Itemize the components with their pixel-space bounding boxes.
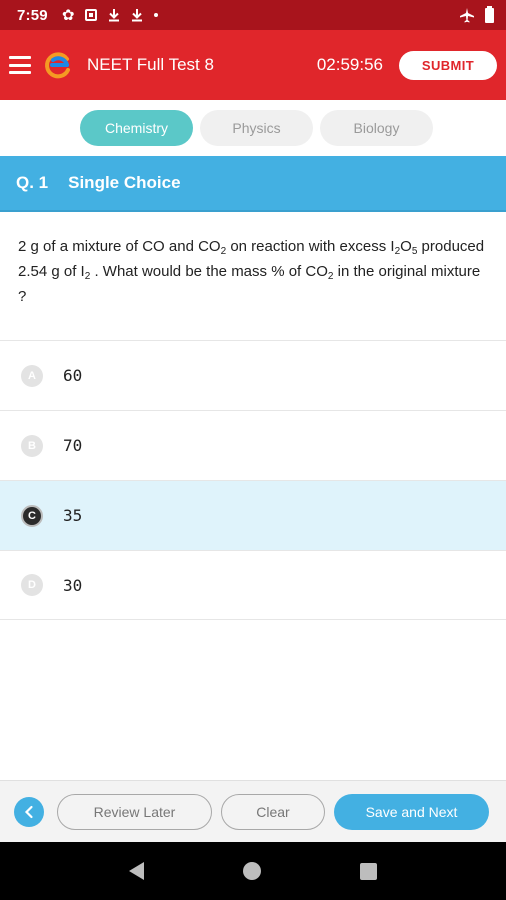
question-type: Single Choice bbox=[68, 173, 181, 192]
save-and-next-button[interactable]: Save and Next bbox=[334, 793, 489, 830]
option-letter-badge: B bbox=[21, 434, 43, 457]
status-time: 7:59 bbox=[17, 6, 48, 24]
nav-home-icon[interactable] bbox=[242, 862, 261, 880]
countdown-timer: 02:59:56 bbox=[316, 55, 383, 74]
app-logo-icon bbox=[45, 52, 70, 79]
question-text: 2 g of a mixture of CO and CO2 on reacti… bbox=[18, 238, 485, 305]
status-bar: 7:59 ✿ bbox=[0, 0, 506, 30]
nav-back-icon[interactable] bbox=[129, 862, 145, 880]
option-a[interactable]: A 60 bbox=[0, 340, 506, 410]
option-letter-badge: D bbox=[21, 574, 43, 596]
question-number: Q. 1 bbox=[16, 173, 49, 192]
dot-icon bbox=[154, 13, 159, 17]
tab-biology[interactable]: Biology bbox=[320, 110, 433, 146]
option-d[interactable]: D 30 bbox=[0, 550, 506, 620]
airplane-icon bbox=[460, 8, 474, 23]
tab-chemistry[interactable]: Chemistry bbox=[80, 110, 193, 146]
option-letter-badge: C bbox=[21, 504, 43, 527]
system-nav-bar bbox=[0, 842, 506, 900]
bottom-action-bar: Review Later Clear Save and Next bbox=[0, 780, 506, 842]
question-header: Q. 1 Single Choice bbox=[0, 156, 506, 212]
previous-question-button[interactable] bbox=[14, 796, 44, 827]
app-bar: NEET Full Test 8 02:59:56 SUBMIT bbox=[0, 30, 506, 100]
download-icon bbox=[132, 9, 143, 22]
status-icons: ✿ bbox=[62, 8, 159, 23]
option-value: 60 bbox=[63, 366, 83, 385]
notification-box-icon bbox=[85, 9, 98, 21]
option-b[interactable]: B 70 bbox=[0, 410, 506, 480]
option-letter-badge: A bbox=[21, 364, 43, 387]
subject-tabs: Chemistry Physics Biology bbox=[0, 100, 506, 156]
option-value: 70 bbox=[63, 436, 83, 455]
tab-physics[interactable]: Physics bbox=[200, 110, 313, 146]
hamburger-icon[interactable] bbox=[9, 56, 31, 74]
battery-icon bbox=[485, 5, 494, 23]
option-value: 30 bbox=[63, 575, 83, 595]
option-c[interactable]: C 35 bbox=[0, 480, 506, 550]
option-value: 35 bbox=[63, 506, 83, 525]
status-right bbox=[459, 5, 494, 23]
review-later-button[interactable]: Review Later bbox=[57, 793, 212, 830]
clear-button[interactable]: Clear bbox=[221, 793, 325, 830]
download-icon bbox=[109, 9, 120, 22]
chevron-left-icon bbox=[24, 805, 33, 818]
nav-recents-icon[interactable] bbox=[359, 862, 377, 880]
gear-icon: ✿ bbox=[61, 6, 75, 24]
submit-button[interactable]: SUBMIT bbox=[399, 50, 497, 80]
test-title: NEET Full Test 8 bbox=[87, 55, 214, 74]
